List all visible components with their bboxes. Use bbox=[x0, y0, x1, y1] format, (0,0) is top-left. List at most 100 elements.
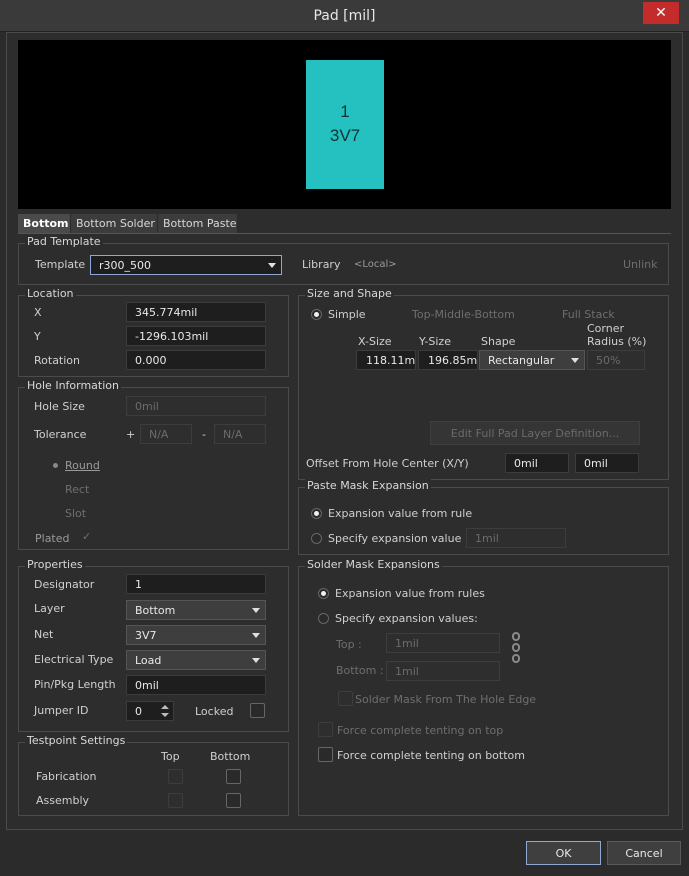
tolerance-label: Tolerance bbox=[34, 428, 87, 441]
y-size-input[interactable]: 196.85mil bbox=[418, 350, 478, 370]
tent-bottom-label: Force complete tenting on bottom bbox=[337, 749, 525, 762]
testpoint-title: Testpoint Settings bbox=[25, 734, 128, 747]
corner-radius-label-line2: Radius (%) bbox=[587, 335, 647, 348]
pad-net-label: 3V7 bbox=[329, 126, 361, 145]
plated-label: Plated bbox=[35, 532, 70, 545]
paste-expansion-input[interactable]: 1mil bbox=[466, 528, 566, 548]
chevron-down-icon bbox=[252, 658, 260, 663]
template-value: r300_500 bbox=[99, 259, 152, 272]
layer-value: Bottom bbox=[135, 604, 176, 617]
net-dropdown[interactable]: 3V7 bbox=[126, 625, 266, 645]
full-stack-label: Full Stack bbox=[562, 308, 615, 321]
y-input[interactable]: -1296.103mil bbox=[126, 326, 266, 346]
close-button[interactable]: ✕ bbox=[643, 2, 679, 24]
library-label: Library bbox=[302, 258, 341, 271]
assembly-top-checkbox[interactable] bbox=[168, 793, 183, 808]
electrical-type-dropdown[interactable]: Load bbox=[126, 650, 266, 670]
solder-bottom-input[interactable]: 1mil bbox=[386, 661, 500, 681]
round-label: Round bbox=[65, 459, 100, 472]
fabrication-top-checkbox[interactable] bbox=[168, 769, 183, 784]
solder-mask-group: Solder Mask Expansions bbox=[298, 558, 669, 816]
slot-label: Slot bbox=[65, 507, 87, 520]
hole-size-input[interactable]: 0mil bbox=[126, 396, 266, 416]
shape-dropdown[interactable]: Rectangular bbox=[479, 350, 585, 370]
hole-information-title: Hole Information bbox=[25, 379, 121, 392]
y-size-label: Y-Size bbox=[419, 335, 451, 348]
paste-specify-radio[interactable] bbox=[311, 533, 322, 544]
x-size-input[interactable]: 118.11mil bbox=[356, 350, 416, 370]
tmb-radio[interactable] bbox=[396, 309, 407, 320]
offset-label: Offset From Hole Center (X/Y) bbox=[306, 457, 469, 470]
link-chain-icon[interactable] bbox=[510, 632, 522, 676]
template-dropdown[interactable]: r300_500 bbox=[90, 255, 282, 275]
simple-label: Simple bbox=[328, 308, 366, 321]
designator-input[interactable]: 1 bbox=[126, 574, 266, 594]
solder-mask-title: Solder Mask Expansions bbox=[305, 558, 442, 571]
spinner-arrows-icon[interactable] bbox=[161, 704, 170, 718]
paste-mask-title: Paste Mask Expansion bbox=[305, 479, 431, 492]
pad-template-title: Pad Template bbox=[25, 235, 103, 248]
tab-bottom[interactable]: Bottom bbox=[18, 214, 71, 233]
tent-top-label: Force complete tenting on top bbox=[337, 724, 504, 737]
round-radio[interactable] bbox=[50, 460, 61, 471]
offset-x-input[interactable]: 0mil bbox=[505, 453, 569, 473]
y-label: Y bbox=[34, 330, 41, 343]
edit-full-pad-layer-button[interactable]: Edit Full Pad Layer Definition... bbox=[430, 421, 640, 445]
pad-shape: 1 3V7 bbox=[306, 60, 384, 189]
unlink-button[interactable]: Unlink bbox=[623, 258, 657, 271]
minus-sign: - bbox=[202, 428, 206, 441]
solder-rules-label: Expansion value from rules bbox=[335, 587, 485, 600]
rect-label: Rect bbox=[65, 483, 90, 496]
tent-top-checkbox[interactable] bbox=[318, 722, 333, 737]
hole-edge-checkbox[interactable] bbox=[338, 691, 353, 706]
tolerance-minus-input[interactable]: N/A bbox=[214, 424, 266, 444]
layer-label: Layer bbox=[34, 602, 65, 615]
simple-radio[interactable] bbox=[311, 309, 322, 320]
x-label: X bbox=[34, 306, 42, 319]
library-value: <Local> bbox=[354, 259, 397, 270]
fabrication-bottom-checkbox[interactable] bbox=[226, 769, 241, 784]
solder-top-input[interactable]: 1mil bbox=[386, 633, 500, 653]
layer-dropdown[interactable]: Bottom bbox=[126, 600, 266, 620]
pin-pkg-length-input[interactable]: 0mil bbox=[126, 675, 266, 695]
tab-divider bbox=[18, 233, 671, 234]
chevron-down-icon bbox=[268, 263, 276, 268]
tab-bottom-solder[interactable]: Bottom Solder bbox=[71, 214, 158, 233]
solder-bottom-label: Bottom : bbox=[336, 664, 384, 677]
assembly-bottom-checkbox[interactable] bbox=[226, 793, 241, 808]
offset-y-input[interactable]: 0mil bbox=[575, 453, 639, 473]
rotation-input[interactable]: 0.000 bbox=[126, 350, 266, 370]
corner-radius-input[interactable]: 50% bbox=[587, 350, 645, 370]
ok-button[interactable]: OK bbox=[526, 841, 601, 865]
tab-bottom-paste[interactable]: Bottom Paste bbox=[158, 214, 238, 233]
location-title: Location bbox=[25, 287, 76, 300]
x-input[interactable]: 345.774mil bbox=[126, 302, 266, 322]
locked-checkbox[interactable] bbox=[250, 703, 265, 718]
shape-value: Rectangular bbox=[488, 354, 555, 367]
paste-rule-label: Expansion value from rule bbox=[328, 507, 473, 520]
designator-label: Designator bbox=[34, 578, 95, 591]
solder-specify-radio[interactable] bbox=[318, 613, 329, 624]
net-value: 3V7 bbox=[135, 629, 157, 642]
solder-rules-radio[interactable] bbox=[318, 588, 329, 599]
full-stack-radio[interactable] bbox=[546, 309, 557, 320]
chevron-down-icon bbox=[252, 633, 260, 638]
assembly-label: Assembly bbox=[36, 794, 90, 807]
tent-bottom-checkbox[interactable] bbox=[318, 747, 333, 762]
slot-radio[interactable] bbox=[50, 508, 61, 519]
tolerance-plus-input[interactable]: N/A bbox=[140, 424, 192, 444]
tmb-label: Top-Middle-Bottom bbox=[412, 308, 515, 321]
jumper-id-spinbox[interactable]: 0 bbox=[126, 701, 174, 721]
electrical-type-value: Load bbox=[135, 654, 162, 667]
testpoint-top-label: Top bbox=[161, 750, 180, 763]
locked-label: Locked bbox=[195, 705, 234, 718]
hole-size-label: Hole Size bbox=[34, 400, 85, 413]
cancel-button[interactable]: Cancel bbox=[607, 841, 681, 865]
corner-radius-label-line1: Corner bbox=[587, 322, 625, 335]
size-shape-title: Size and Shape bbox=[305, 287, 394, 300]
rect-radio[interactable] bbox=[50, 484, 61, 495]
jumper-id-value: 0 bbox=[135, 705, 142, 718]
paste-rule-radio[interactable] bbox=[311, 508, 322, 519]
plated-checkbox[interactable]: ✓ bbox=[82, 530, 91, 543]
plus-sign: + bbox=[126, 428, 136, 441]
